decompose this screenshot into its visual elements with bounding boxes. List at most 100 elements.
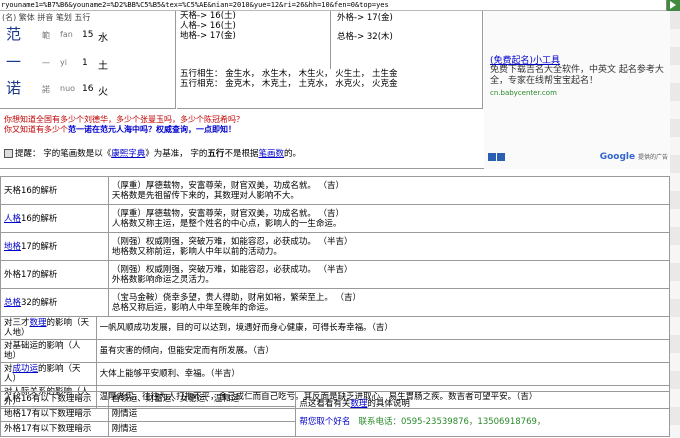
note-icon	[4, 149, 13, 158]
analysis-label: 地格17的解析	[0, 232, 109, 261]
analysis-label: 人格16的解析	[0, 204, 109, 233]
tip-end: 的。	[283, 149, 301, 159]
name-pinyin: yi	[60, 58, 67, 67]
table-row: 天格16的解析 （厚重）厚德载物，安富尊荣，财官双美，功成名就。 （吉） 天格数是…	[0, 176, 671, 205]
num-value: 刚情运	[107, 406, 297, 422]
shuli-link[interactable]: 数理	[30, 318, 47, 328]
promo: 你想知道全国有多少个刘德华，多少个张曼玉吗，多少个陈冠希吗？ 你又知道有多少个范…	[4, 115, 244, 135]
table-row: 外格17的解析 （刚强）权威刚强，突破万难，如能容忍，必获成功。 （半吉） 外格数…	[0, 260, 671, 289]
table-row: 人格16的解析 （厚重）厚德载物，安富尊荣，财官双美，功成名就。 （吉） 人格数又…	[0, 204, 671, 233]
name-strokes: 1	[82, 58, 88, 68]
number-hint-table: 人格16有以下数理暗示 首领运、财富运、女德运、温和运 点这看看有关数理的具体说…	[0, 391, 670, 437]
promo-line-2[interactable]: 你又知道有多少个范一诺在范元人海中吗？权威查询，一点即知！	[4, 125, 244, 135]
ad-prev-icon[interactable]	[488, 153, 496, 161]
ren-link[interactable]: 人格	[4, 214, 21, 224]
analysis-desc: （刚强）权威刚强，突破万难，如能容忍，必获成功。 （半吉） 地格数又称前运，影响人…	[107, 232, 671, 261]
ad-google[interactable]: Google 提供的广告	[600, 152, 668, 162]
shuli-detail-link[interactable]: 数理	[350, 399, 367, 409]
influence-desc: 一帆风顺成功发展，目的可以达到，境遇好而身心健康，可得长寿幸福。（吉）	[95, 316, 671, 340]
tian-ge: 天格-> 16(土)	[180, 11, 236, 21]
name-pinyin: fan	[60, 30, 73, 39]
dict-link[interactable]: 康熙字典	[111, 149, 145, 159]
promo-query-link[interactable]: 权威查询，一点即知！	[156, 125, 236, 134]
name-row: 一 一 yi 1 土	[0, 51, 176, 77]
tip: 提醒： 字的笔画数是以《康熙字典》为基准， 字的五行不是根据笔画数的。	[4, 147, 301, 159]
name-element: 土	[98, 61, 108, 72]
table-row: 对基础运的影响（人地） 虽有灾害的倾向，但能安定而有所发展。（吉）	[0, 339, 671, 363]
ad-nav	[488, 153, 506, 164]
promo-line-1: 你想知道全国有多少个刘德华，多少个张曼玉吗，多少个陈冠希吗？	[4, 115, 244, 124]
name-char: 一	[6, 53, 22, 71]
di-ge: 地格-> 17(金)	[180, 31, 236, 41]
go-arrow-icon	[670, 1, 676, 9]
address-url[interactable]: ryouname1=%B7%B6&youname2=%D2%BB%C5%B5&t…	[1, 1, 389, 9]
influence-label: 对三才数理的影响（天人地）	[0, 316, 97, 340]
tip-prefix: 提醒： 字的笔画数是以《	[15, 149, 112, 159]
ad-box: (免费起名)小工具 免费下载吉名大全软件，中英文 起名参考大全，专家在线帮宝宝起…	[484, 11, 670, 169]
influence-label: 对成功运的影响（天人）	[0, 362, 97, 386]
analysis-table: 天格16的解析 （厚重）厚德载物，安富尊荣，财官双美，功成名就。 （吉） 天格数是…	[0, 176, 671, 317]
name-char: 诺	[6, 79, 22, 97]
analysis-desc: （厚重）厚德载物，安富尊荣，财官双美，功成名就。 （吉） 天格数是先祖留传下来的，…	[107, 176, 671, 205]
ge-box: 天格-> 16(土) 人格-> 16(土) 地格-> 17(金) 外格-> 17…	[177, 11, 483, 109]
num-label: 外格17有以下数理暗示	[0, 421, 109, 437]
analysis-label: 总格32的解析	[0, 288, 109, 317]
ge-lines: 天格-> 16(土) 人格-> 16(土) 地格-> 17(金)	[180, 11, 236, 41]
google-ad-text: 提供的广告	[637, 154, 668, 161]
wuxing-sheng: 五行相生： 金生水， 水生木， 木生火， 火生土， 土生金	[180, 69, 398, 79]
influence-label: 对基础运的影响（人地）	[0, 339, 97, 363]
num-value: 首领运、财富运、女德运、温和运	[107, 391, 297, 407]
table-row: 总格32的解析 （宝马金鞍）侥幸多望，贵人得助，财帛如裕，繁荣至上。 （吉） 总格…	[0, 288, 671, 317]
names-box: (名) 繁体 拼音 笔划 五行 范 範 fan 15 水 一 一 yi 1 土 …	[0, 11, 176, 109]
table-row: 对成功运的影响（天人） 大体上能够平安顺利、幸福。（半吉）	[0, 362, 671, 386]
zong-link[interactable]: 总格	[4, 298, 21, 308]
ad-next-icon[interactable]	[497, 153, 505, 161]
table-row: 人格16有以下数理暗示 首领运、财富运、女德运、温和运 点这看看有关数理的具体说…	[0, 391, 670, 437]
google-logo: Google	[599, 152, 636, 162]
wai-ge: 外格-> 17(金)	[337, 13, 393, 23]
analysis-desc: （厚重）厚德载物，安富尊荣，财官双美，功成名就。 （吉） 人格数又称主运，是整个姓…	[107, 204, 671, 233]
name-trad: 範	[42, 31, 50, 40]
name-row: 范 範 fan 15 水	[0, 23, 176, 49]
num-value: 刚情运	[107, 421, 297, 437]
name-element: 火	[98, 87, 108, 98]
di-link[interactable]: 地格	[4, 242, 21, 252]
name-char: 范	[6, 25, 22, 43]
names-header: (名) 繁体 拼音 笔划 五行	[2, 13, 91, 22]
name-strokes: 15	[82, 30, 94, 40]
side-pattern	[670, 11, 680, 438]
analysis-desc: （宝马金鞍）侥幸多望，贵人得助，财帛如裕，繁荣至上。 （吉） 总格又称后运，影响人…	[107, 288, 671, 317]
table-row: 对三才数理的影响（天人地） 一帆风顺成功发展，目的可以达到，境遇好而身心健康，可…	[0, 316, 671, 340]
ad-url[interactable]: cn.babycenter.com	[490, 89, 557, 97]
phone: 0595-23539876，13506918769，	[400, 417, 546, 427]
ad-text[interactable]: 免费下载吉名大全软件，中英文 起名参考大全，专家在线帮宝宝起名！	[490, 65, 666, 87]
contact-label: 联系电话：	[358, 417, 401, 427]
influence-desc: 虽有灾害的倾向，但能安定而有所发展。（吉）	[95, 339, 671, 363]
num-label: 人格16有以下数理暗示	[0, 391, 109, 407]
name-pinyin: nuo	[60, 84, 76, 93]
tip-middle: 》为基准， 字的	[145, 149, 208, 159]
name-strokes: 16	[82, 84, 94, 94]
zong-ge: 总格-> 32(木)	[337, 32, 393, 42]
tip-bold: 五行	[207, 149, 225, 159]
name-trad: 一	[42, 59, 50, 68]
num-right: 点这看看有关数理的具体说明 帮您取个好名 联系电话：0595-23539876，…	[295, 391, 670, 437]
tip-suffix: 不是根据	[224, 149, 259, 159]
name-row: 诺 諾 nuo 16 火	[0, 77, 176, 103]
analysis-desc: （刚强）权威刚强，突破万难，如能容忍，必获成功。 （半吉） 外格数影响命运之灵活力…	[107, 260, 671, 289]
name-trad: 諾	[42, 85, 50, 94]
promo-prefix: 你又知道有多少个	[4, 125, 68, 134]
chenggong-link[interactable]: 成功运	[13, 364, 39, 374]
analysis-label: 外格17的解析	[0, 260, 109, 289]
ren-ge: 人格-> 16(土)	[180, 21, 236, 31]
wuxing-ke: 五行相克： 金克木， 木克土， 土克水， 水克火， 火克金	[180, 79, 398, 89]
promo-name-link[interactable]: 范一诺在范元人海中吗？	[68, 125, 156, 134]
address-bar[interactable]: ryouname1=%B7%B6&youname2=%D2%BB%C5%B5&t…	[0, 0, 680, 11]
stroke-link[interactable]: 笔画数	[258, 149, 284, 159]
go-button[interactable]	[666, 0, 680, 11]
top-section: (名) 繁体 拼音 笔划 五行 范 範 fan 15 水 一 一 yi 1 土 …	[0, 11, 670, 169]
num-label: 地格17有以下数理暗示	[0, 406, 109, 422]
wuxing: 五行相生： 金生水， 水生木， 木生火， 火生土， 土生金 五行相克： 金克木，…	[180, 69, 398, 89]
email-link[interactable]: 帮您取个好名	[299, 417, 350, 427]
analysis-label: 天格16的解析	[0, 176, 109, 205]
